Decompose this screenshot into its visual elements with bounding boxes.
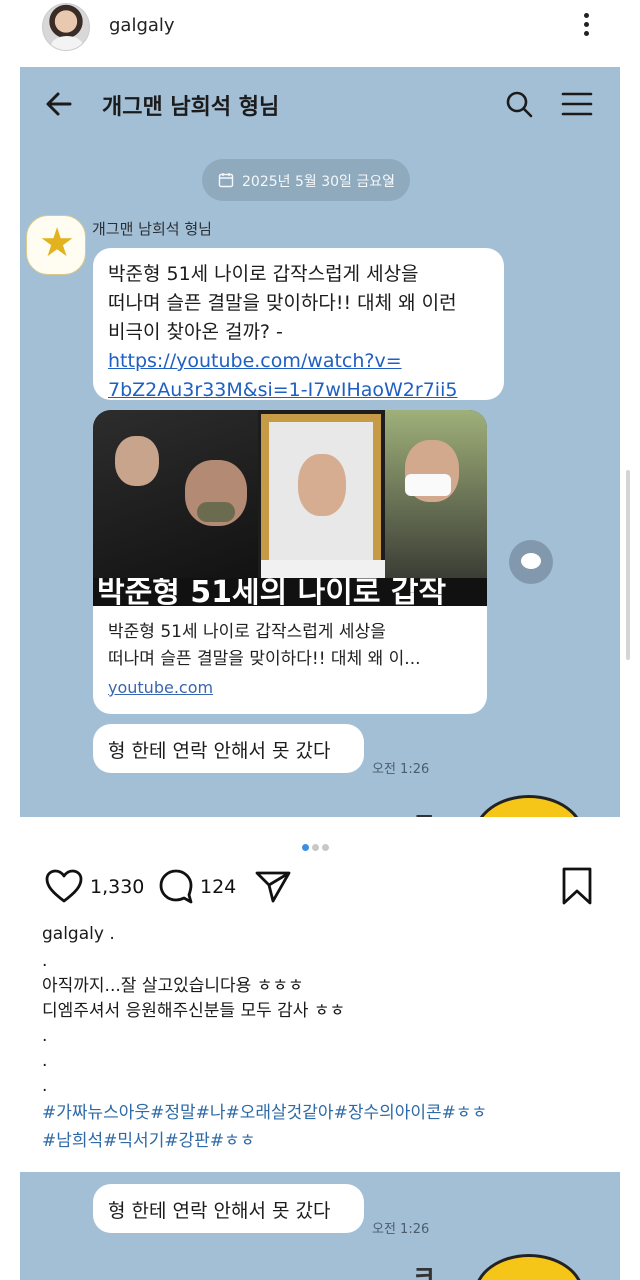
sticker-text: ㅋ: [412, 1262, 436, 1280]
back-arrow-icon: [46, 92, 72, 116]
message-text-line: 비극이 찾아온 걸까? -: [108, 321, 283, 343]
sticker-text: ㅋ: [412, 803, 436, 817]
carousel-dot: [322, 844, 329, 851]
chat-screenshot[interactable]: 개그맨 남희석 형님 2025년 5월 30일 금요일 › ★ 개그맨 남희석 …: [20, 67, 620, 817]
chat-room-title: 개그맨 남희석 형님: [102, 95, 280, 120]
chat-screenshot-2[interactable]: 형 한테 연락 안해서 못 갔다 오전 1:26 ㅋ: [20, 1172, 620, 1280]
comment-count[interactable]: 124: [200, 876, 236, 898]
video-thumbnail: 박준형 51세의 나이로 갑작: [93, 410, 487, 606]
calendar-icon: [218, 173, 234, 188]
sender-name: 개그맨 남희석 형님: [92, 220, 212, 238]
preview-domain: youtube.com: [108, 678, 214, 697]
caption-line: 디엠주셔서 응원해주신분들 모두 감사 ㅎㅎ: [42, 1001, 346, 1021]
preview-title-line: 박준형 51세 나이로 갑작스럽게 세상을: [108, 622, 386, 642]
date-divider: 2025년 5월 30일 금요일 ›: [202, 159, 410, 201]
chat-top-bar: 개그맨 남희석 형님: [20, 67, 620, 139]
sticker-image: [474, 795, 584, 817]
caption-line: .: [42, 1076, 48, 1096]
post-actions: 1,330 124: [0, 860, 640, 910]
preview-title: 박준형 51세 나이로 갑작스럽게 세상을 떠나며 슬픈 결말을 맞이하다!! …: [108, 619, 478, 673]
hashtags-line[interactable]: #가짜뉴스아웃#정말#나#오래살것같아#장수의아이콘#ㅎㅎ: [42, 1099, 602, 1127]
post-username[interactable]: galgaly: [109, 15, 175, 36]
profile-avatar[interactable]: [42, 3, 90, 51]
carousel-dot-active: [302, 844, 309, 851]
comment-icon[interactable]: [158, 868, 194, 904]
caption-line: .: [42, 1051, 48, 1071]
bookmark-icon[interactable]: [560, 866, 594, 906]
message-bubble: 박준형 51세 나이로 갑작스럽게 세상을 떠나며 슬픈 결말을 맞이하다!! …: [93, 248, 504, 401]
message-bubble: 형 한테 연락 안해서 못 갔다: [93, 1184, 364, 1233]
post-header: galgaly: [0, 0, 640, 56]
like-count[interactable]: 1,330: [90, 876, 144, 898]
message-time: 오전 1:26: [372, 762, 430, 777]
send-icon[interactable]: [254, 868, 292, 904]
youtube-link[interactable]: https://youtube.com/watch?v=: [108, 347, 490, 376]
star-icon: ★: [39, 220, 75, 266]
menu-icon: [561, 92, 593, 116]
hashtags-line[interactable]: #남희석#믹서기#강판#ㅎㅎ: [42, 1127, 602, 1155]
date-text: 2025년 5월 30일 금요일: [242, 174, 395, 190]
preview-title-line: 떠나며 슬픈 결말을 맞이하다!! 대체 왜 이...: [108, 649, 421, 669]
message-text-line: 떠나며 슬픈 결말을 맞이하다!! 대체 왜 이런: [108, 292, 457, 314]
chevron-right-icon: ›: [388, 170, 395, 189]
message-time: 오전 1:26: [372, 1222, 430, 1237]
caption-line: .: [42, 1026, 48, 1046]
message-bubble: 형 한테 연락 안해서 못 갔다: [93, 724, 364, 773]
carousel-indicator: [302, 836, 332, 851]
more-options-icon[interactable]: [578, 10, 594, 42]
thumbnail-caption: 박준형 51세의 나이로 갑작: [93, 578, 487, 606]
search-icon: [506, 91, 533, 118]
share-chat-icon[interactable]: [509, 540, 553, 584]
message-text-line: 박준형 51세 나이로 갑작스럽게 세상을: [108, 263, 419, 285]
caption-line: .: [42, 951, 48, 971]
sticker-image: [474, 1254, 584, 1280]
caption-line: 아직까지...잘 살고있습니다용 ㅎㅎㅎ: [42, 976, 304, 996]
heart-icon[interactable]: [44, 868, 84, 904]
caption-username[interactable]: galgaly .: [42, 922, 602, 947]
sender-avatar: ★: [26, 215, 86, 275]
link-preview-card[interactable]: 박준형 51세의 나이로 갑작 박준형 51세 나이로 갑작스럽게 세상을 떠나…: [93, 410, 487, 714]
youtube-link[interactable]: 7bZ2Au3r33M&si=1-I7wIHaoW2r7ii5: [108, 376, 490, 405]
carousel-dot: [312, 844, 319, 851]
post-caption: galgaly . . 아직까지...잘 살고있습니다용 ㅎㅎㅎ 디엠주셔서 응…: [42, 922, 602, 1155]
scrollbar[interactable]: [626, 470, 630, 660]
